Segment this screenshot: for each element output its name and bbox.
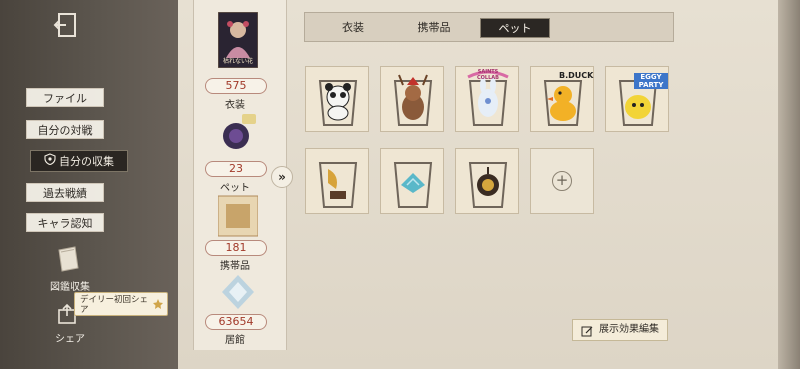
tab-pet-label: ペット	[498, 22, 532, 35]
pet-count: 23	[205, 161, 267, 177]
tab-pet[interactable]: ペット	[480, 18, 550, 38]
reindeer-icon	[393, 74, 433, 126]
edit-display-effect-button[interactable]: 展示効果編集	[572, 319, 668, 341]
shield-icon	[44, 151, 56, 173]
codex-label: 図鑑収集	[50, 282, 90, 293]
mansion-count: 63654	[205, 314, 267, 330]
lantern-icon	[468, 162, 508, 208]
add-icon: +	[552, 171, 572, 191]
pet-slot-eggy[interactable]: EGGY PARTY	[605, 66, 669, 132]
accessory-thumbnail[interactable]	[217, 194, 259, 238]
rabbit-badge: SAINTS COLLAB	[477, 69, 499, 81]
edit-icon	[581, 326, 593, 337]
costume-label: 衣装	[225, 100, 245, 111]
gramophone-icon	[318, 162, 358, 208]
costume-count: 575	[205, 78, 267, 94]
add-pet-slot[interactable]: +	[530, 148, 594, 214]
panda-icon	[318, 80, 358, 126]
pet-slot-reindeer[interactable]	[380, 66, 444, 132]
pet-slot-gramophone[interactable]	[305, 148, 369, 214]
nav-file-label: ファイル	[43, 92, 87, 105]
nav-my-matches[interactable]: 自分の対戦	[26, 120, 104, 139]
panel-edge	[778, 0, 800, 369]
exit-icon[interactable]	[52, 10, 82, 40]
tab-costume[interactable]: 衣装	[318, 18, 388, 38]
nav-my-matches-label: 自分の対戦	[37, 124, 93, 137]
nav-file[interactable]: ファイル	[26, 88, 104, 107]
codex-book-icon[interactable]	[54, 244, 84, 278]
nav-past-records[interactable]: 過去戦績	[26, 183, 104, 202]
costume-thumbnail-caption: 枯れない花	[222, 58, 253, 65]
nav-my-collection[interactable]: 自分の収集	[30, 150, 128, 172]
pet-slot-duck[interactable]: B.DUCK	[530, 66, 594, 132]
pet-slot-lantern[interactable]	[455, 148, 519, 214]
nav-character-recognition[interactable]: キャラ認知	[26, 213, 104, 232]
reward-icon	[153, 299, 163, 309]
blue-crystal-icon	[393, 162, 433, 208]
mansion-thumbnail[interactable]	[218, 272, 258, 312]
mansion-label: 居館	[225, 335, 245, 346]
costume-thumbnail[interactable]: 枯れない花	[217, 11, 259, 69]
eggy-badge: EGGY PARTY	[634, 73, 668, 89]
nav-past-records-label: 過去戦績	[43, 187, 87, 200]
nav-character-recognition-label: キャラ認知	[37, 217, 93, 230]
duck-badge: B.DUCK	[559, 71, 594, 80]
pet-slot-panda[interactable]	[305, 66, 369, 132]
accessory-label: 携帯品	[220, 261, 250, 272]
pet-thumbnail[interactable]	[218, 110, 258, 160]
daily-share-badge[interactable]: デイリー初回シェア	[74, 292, 168, 316]
expand-arrows-icon[interactable]: »	[271, 166, 293, 188]
pet-slot-rabbit[interactable]: SAINTS COLLAB	[455, 66, 519, 132]
pet-label: ペット	[220, 183, 250, 194]
share-label: シェア	[55, 334, 85, 345]
accessory-count: 181	[205, 240, 267, 256]
tab-accessory-label: 携帯品	[417, 21, 451, 34]
edit-display-effect-label: 展示効果編集	[599, 324, 659, 335]
tab-costume-label: 衣装	[342, 21, 364, 34]
tab-accessory[interactable]: 携帯品	[399, 18, 469, 38]
daily-share-badge-text: デイリー初回シェア	[80, 295, 149, 315]
pet-slot-blue-crystal[interactable]	[380, 148, 444, 214]
nav-my-collection-label: 自分の収集	[59, 155, 114, 168]
category-tabs: 衣装 携帯品 ペット	[304, 12, 674, 42]
